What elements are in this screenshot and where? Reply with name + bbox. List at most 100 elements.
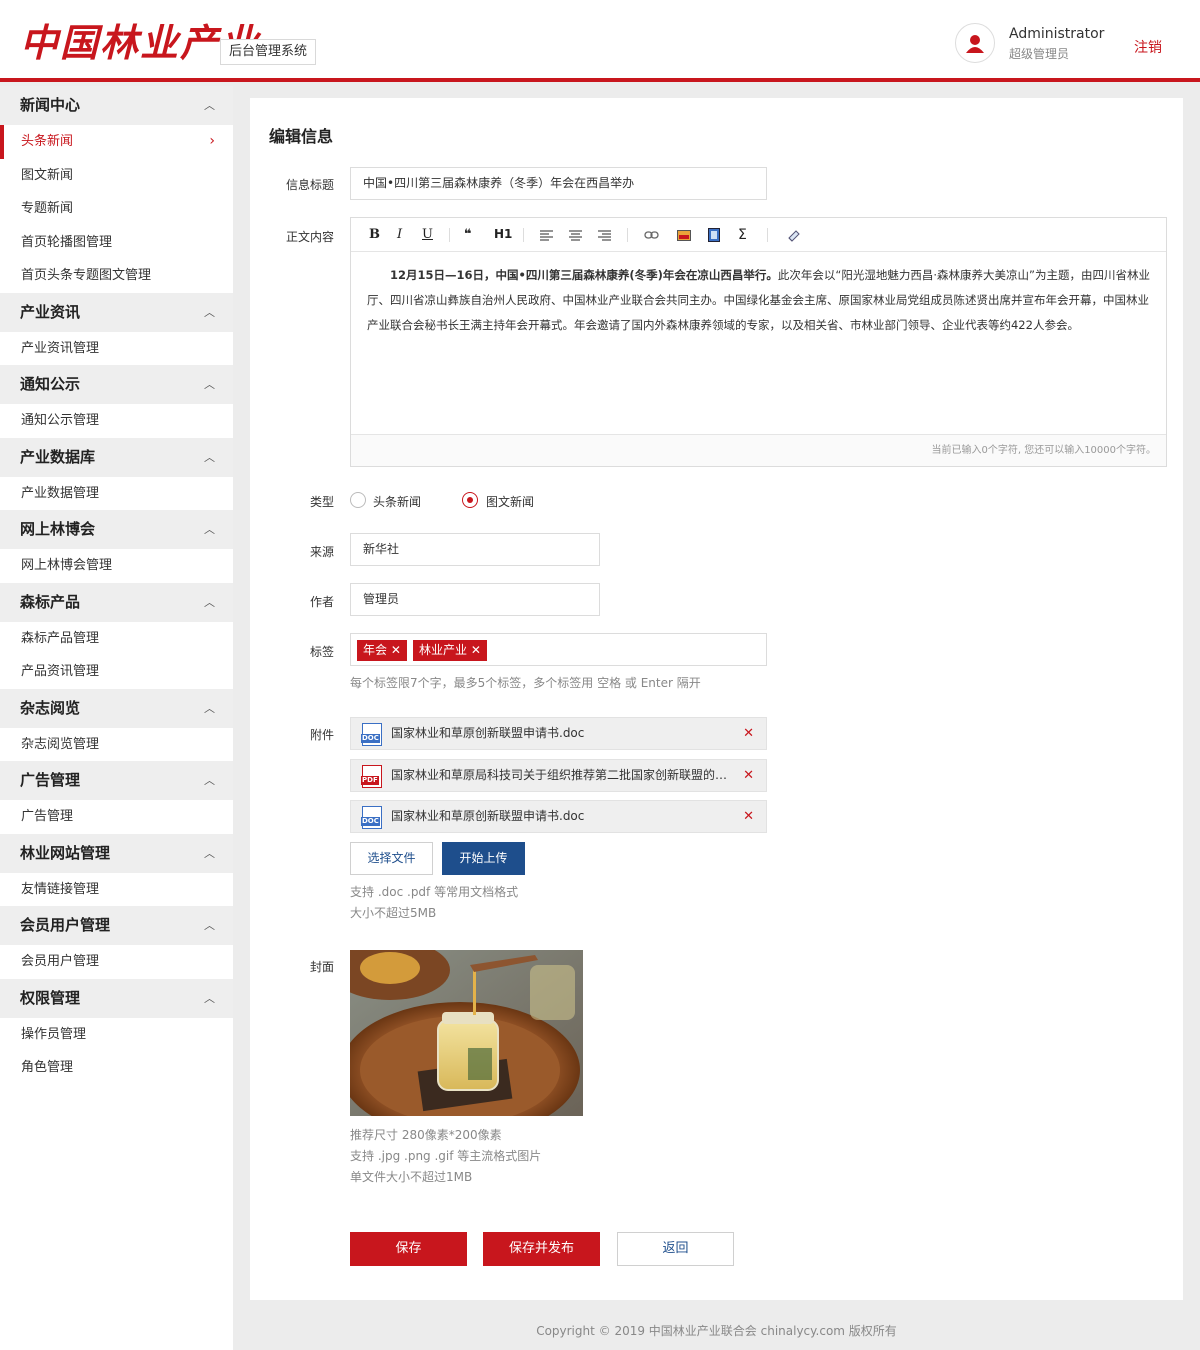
sidebar-item[interactable]: 图文新闻	[0, 159, 233, 193]
chevron-up-icon[interactable]: ︿	[204, 365, 215, 404]
title-label: 信息标题	[285, 178, 334, 192]
remove-attachment-icon[interactable]: ✕	[743, 760, 754, 791]
page-title: 编辑信息	[269, 127, 334, 146]
underline-button[interactable]: U	[422, 227, 433, 242]
sidebar-group[interactable]: 通知公示 ︿	[0, 365, 233, 404]
formula-icon[interactable]: Σ	[738, 227, 747, 243]
sidebar-item[interactable]: 网上林博会管理	[0, 549, 233, 583]
sidebar-item[interactable]: 通知公示管理	[0, 404, 233, 438]
type-radio-headline[interactable]	[350, 492, 366, 508]
image-icon[interactable]	[677, 230, 691, 241]
tag-text: 年会	[363, 643, 388, 657]
author-input[interactable]: 管理员	[350, 583, 600, 616]
sidebar-group[interactable]: 网上林博会 ︿	[0, 510, 233, 549]
remove-tag-icon[interactable]: ✕	[471, 643, 481, 657]
eraser-icon[interactable]	[787, 228, 801, 242]
sidebar-item[interactable]: 头条新闻 ›	[0, 125, 233, 159]
sidebar-item[interactable]: 广告管理	[0, 800, 233, 834]
chevron-up-icon[interactable]: ︿	[204, 834, 215, 873]
chevron-up-icon[interactable]: ︿	[204, 689, 215, 728]
sidebar-group[interactable]: 广告管理 ︿	[0, 761, 233, 800]
doc-file-icon: DOC	[361, 806, 382, 829]
sidebar-item-label: 图文新闻	[21, 167, 74, 183]
attachment-item[interactable]: DOC 国家林业和草原创新联盟申请书.doc ✕	[350, 800, 767, 833]
chevron-up-icon[interactable]: ︿	[204, 86, 215, 125]
chevron-up-icon[interactable]: ︿	[204, 438, 215, 477]
align-center-icon[interactable]	[569, 230, 582, 241]
title-input[interactable]: 中国•四川第三届森林康养（冬季）年会在西昌举办	[350, 167, 767, 200]
sidebar-item[interactable]: 产业资讯管理	[0, 332, 233, 366]
sidebar-group[interactable]: 产业数据库 ︿	[0, 437, 233, 477]
doc-file-icon: DOC	[361, 723, 382, 746]
user-avatar[interactable]	[955, 23, 995, 63]
back-button[interactable]: 返回	[617, 1232, 734, 1266]
tag-chip[interactable]: 林业产业 ✕	[413, 640, 487, 661]
sidebar-item[interactable]: 角色管理	[0, 1051, 233, 1085]
sidebar-item[interactable]: 森标产品管理	[0, 622, 233, 656]
sidebar-item[interactable]: 首页轮播图管理	[0, 226, 233, 260]
sidebar-item[interactable]: 会员用户管理	[0, 945, 233, 979]
remove-tag-icon[interactable]: ✕	[391, 643, 401, 657]
sidebar-group[interactable]: 森标产品 ︿	[0, 582, 233, 622]
save-button[interactable]: 保存	[350, 1232, 467, 1266]
attachment-name: 国家林业和草原创新联盟申请书.doc	[391, 726, 585, 740]
tags-input[interactable]: 年会 ✕ 林业产业 ✕	[350, 633, 767, 666]
sidebar-item-label: 首页头条专题图文管理	[21, 268, 152, 283]
sidebar-group-title: 森标产品	[20, 592, 81, 611]
source-input[interactable]: 新华社	[350, 533, 600, 566]
editor-content[interactable]: 12月15日—16日，中国•四川第三届森林康养(冬季)年会在凉山西昌举行。此次年…	[367, 263, 1153, 338]
sidebar-item[interactable]: 操作员管理	[0, 1018, 233, 1052]
system-name-tag: 后台管理系统	[220, 39, 317, 65]
video-icon[interactable]	[708, 228, 720, 242]
tag-chip[interactable]: 年会 ✕	[357, 640, 407, 661]
align-left-icon[interactable]	[540, 230, 553, 241]
rich-text-editor[interactable]: B I U ❝ H1 Σ 12月15日—16日，中国•四川第三届森林康养(冬季)…	[350, 217, 1167, 467]
heading-button[interactable]: H1	[494, 227, 512, 241]
chevron-up-icon[interactable]: ︿	[204, 293, 215, 332]
sidebar-item-label: 角色管理	[21, 1060, 74, 1075]
type-radio-graphic[interactable]	[462, 492, 478, 508]
logout-link[interactable]: 注销	[1134, 37, 1162, 57]
quote-icon[interactable]: ❝	[464, 227, 472, 242]
choose-file-button[interactable]: 选择文件	[350, 842, 433, 875]
cover-image[interactable]	[350, 950, 583, 1116]
sidebar: 新闻中心 ︿ 头条新闻 › 图文新闻专题新闻 首页轮播图管理首页头条专题图文管理产业资讯 ︿…	[0, 86, 233, 1350]
sidebar-item[interactable]: 产品资讯管理	[0, 655, 233, 689]
save-publish-button[interactable]: 保存并发布	[483, 1232, 600, 1266]
attachment-item[interactable]: PDF 国家林业和草原局科技司关于组织推荐第二批国家创新联盟的通知.pdf ✕	[350, 759, 767, 792]
type-option-graphic: 图文新闻	[486, 495, 535, 509]
content-label: 正文内容	[285, 230, 334, 244]
start-upload-button[interactable]: 开始上传	[442, 842, 525, 875]
chevron-up-icon[interactable]: ︿	[204, 906, 215, 945]
chevron-up-icon[interactable]: ︿	[204, 761, 215, 800]
bold-button[interactable]: B	[369, 227, 380, 242]
chevron-up-icon[interactable]: ︿	[204, 510, 215, 549]
sidebar-item[interactable]: 友情链接管理	[0, 873, 233, 907]
sidebar-group[interactable]: 会员用户管理 ︿	[0, 906, 233, 945]
tag-text: 林业产业	[419, 643, 468, 657]
remove-attachment-icon[interactable]: ✕	[743, 801, 754, 832]
attachment-item[interactable]: DOC 国家林业和草原创新联盟申请书.doc ✕	[350, 717, 767, 750]
attachment-hint-size: 大小不超过5MB	[350, 906, 437, 920]
sidebar-group[interactable]: 权限管理 ︿	[0, 978, 233, 1018]
link-icon[interactable]	[644, 231, 659, 239]
tags-label: 标签	[309, 645, 334, 659]
sidebar-item[interactable]: 产业数据管理	[0, 477, 233, 511]
chevron-up-icon[interactable]: ︿	[204, 979, 215, 1018]
sidebar-item[interactable]: 首页头条专题图文管理	[0, 259, 233, 293]
sidebar-group-title: 权限管理	[20, 988, 81, 1007]
sidebar-group[interactable]: 产业资讯 ︿	[0, 292, 233, 332]
sidebar-item[interactable]: 专题新闻	[0, 192, 233, 226]
remove-attachment-icon[interactable]: ✕	[743, 718, 754, 749]
chevron-up-icon[interactable]: ︿	[204, 583, 215, 622]
sidebar-group[interactable]: 杂志阅览 ︿	[0, 688, 233, 728]
sidebar-group[interactable]: 林业网站管理 ︿	[0, 833, 233, 873]
sidebar-group[interactable]: 新闻中心 ︿	[0, 86, 233, 125]
user-icon	[966, 35, 984, 53]
pdf-file-icon: PDF	[361, 765, 382, 788]
cover-hint-format: 支持 .jpg .png .gif 等主流格式图片	[350, 1149, 542, 1163]
align-right-icon[interactable]	[598, 230, 611, 241]
italic-button[interactable]: I	[397, 227, 402, 242]
sidebar-item[interactable]: 杂志阅览管理	[0, 728, 233, 762]
attachment-label: 附件	[309, 728, 334, 742]
